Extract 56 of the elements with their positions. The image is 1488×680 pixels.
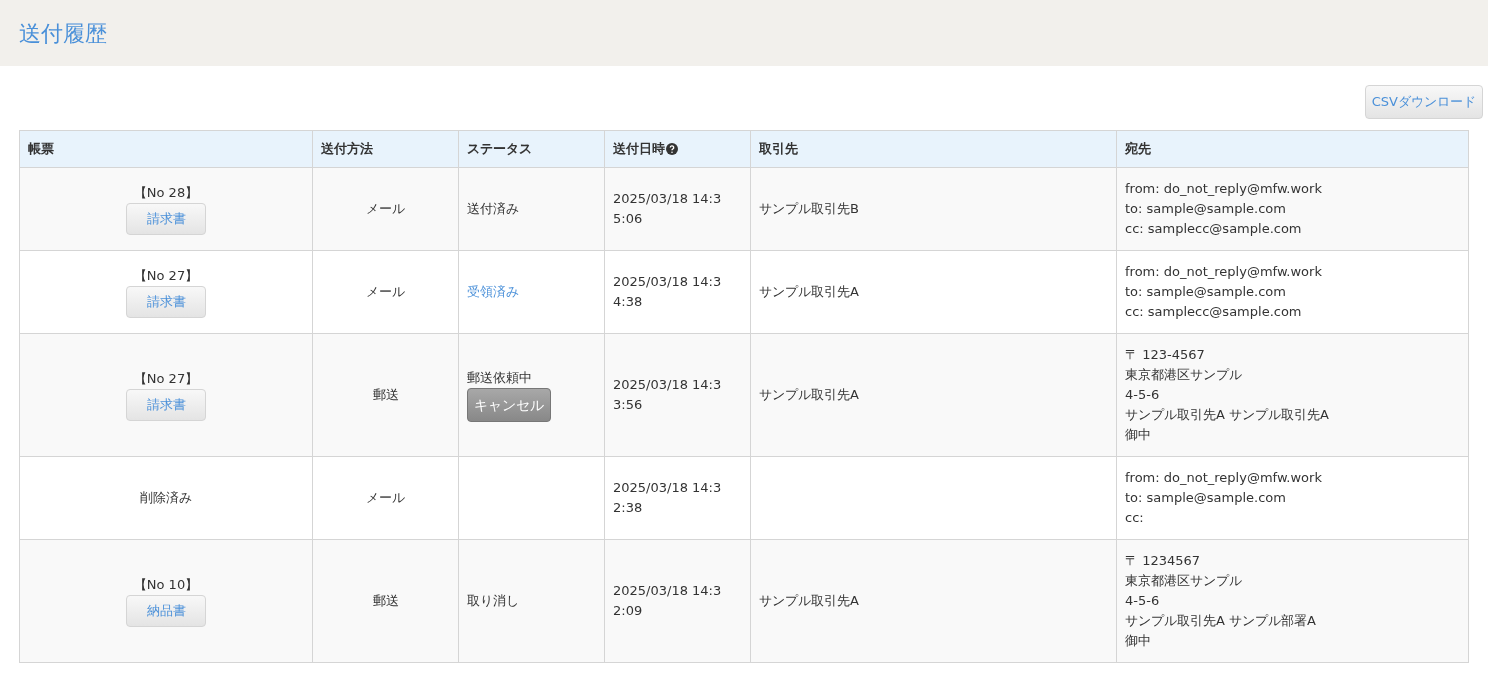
recipient-line: from: do_not_reply@mfw.work — [1125, 263, 1323, 281]
document-button[interactable]: 納品書 — [126, 595, 206, 627]
recipient-line: cc: samplecc@sample.com — [1125, 303, 1303, 321]
cancel-button[interactable]: キャンセル — [467, 388, 551, 422]
send-method: メール — [366, 284, 405, 300]
sent-datetime: 2025/03/18 14:32:38 — [613, 479, 723, 517]
partner-name: サンプル取引先A — [759, 284, 859, 300]
recipient-line: from: do_not_reply@mfw.work — [1125, 180, 1323, 198]
recipient-line: from: do_not_reply@mfw.work — [1125, 469, 1323, 487]
send-method: 郵送 — [372, 593, 399, 609]
csv-download-button[interactable]: CSVダウンロード — [1364, 85, 1483, 119]
recipient-line: 東京都港区サンプル — [1125, 366, 1243, 384]
help-icon[interactable] — [666, 143, 678, 155]
send-method: 郵送 — [372, 387, 399, 403]
partner-name: サンプル取引先A — [759, 593, 859, 609]
recipient-line: 〒 1234567 — [1125, 552, 1202, 570]
recipient-line: サンプル取引先A サンプル部署A — [1125, 612, 1317, 630]
sent-datetime: 2025/03/18 14:34:38 — [613, 273, 723, 311]
column-header: ステータス — [467, 140, 532, 159]
recipient-line: サンプル取引先A サンプル取引先A — [1125, 406, 1330, 424]
document-button[interactable]: 請求書 — [126, 286, 206, 318]
sent-datetime: 2025/03/18 14:32:09 — [613, 582, 723, 620]
column-header: 送付方法 — [321, 140, 373, 159]
column-header: 宛先 — [1125, 140, 1151, 159]
document-number: 【No 10】 — [132, 576, 200, 594]
document-button[interactable]: 請求書 — [126, 389, 206, 421]
recipient-line: to: sample@sample.com — [1125, 283, 1287, 301]
recipient-line: cc: samplecc@sample.com — [1125, 220, 1303, 238]
recipient-line: 御中 — [1125, 632, 1152, 650]
status-link[interactable]: 受領済み — [467, 284, 519, 300]
column-header: 帳票 — [28, 140, 54, 159]
partner-name: サンプル取引先A — [759, 387, 859, 403]
recipient-line: to: sample@sample.com — [1125, 489, 1287, 507]
page-title: 送付履歴 — [19, 19, 107, 48]
recipient-line: 4-5-6 — [1125, 386, 1161, 404]
column-header: 送付日時 — [613, 140, 665, 159]
document-number: 【No 28】 — [132, 184, 200, 202]
document-number: 【No 27】 — [132, 267, 200, 285]
recipient-line: 〒 123-4567 — [1125, 346, 1206, 364]
recipient-line: cc: — [1125, 509, 1145, 527]
status-text: 郵送依頼中 — [467, 369, 533, 387]
send-method: メール — [366, 490, 405, 506]
column-header: 取引先 — [759, 140, 798, 159]
recipient-line: to: sample@sample.com — [1125, 200, 1287, 218]
send-method: メール — [366, 201, 405, 217]
recipient-line: 東京都港区サンプル — [1125, 572, 1243, 590]
sent-datetime: 2025/03/18 14:33:56 — [613, 376, 723, 414]
recipient-line: 御中 — [1125, 426, 1152, 444]
status-text: 取り消し — [467, 593, 519, 609]
sent-datetime: 2025/03/18 14:35:06 — [613, 190, 723, 228]
status-text: 送付済み — [467, 201, 519, 217]
document-number: 【No 27】 — [132, 370, 200, 388]
deleted-label: 削除済み — [140, 490, 192, 506]
recipient-line: 4-5-6 — [1125, 592, 1161, 610]
partner-name: サンプル取引先B — [759, 201, 859, 217]
document-button[interactable]: 請求書 — [126, 203, 206, 235]
